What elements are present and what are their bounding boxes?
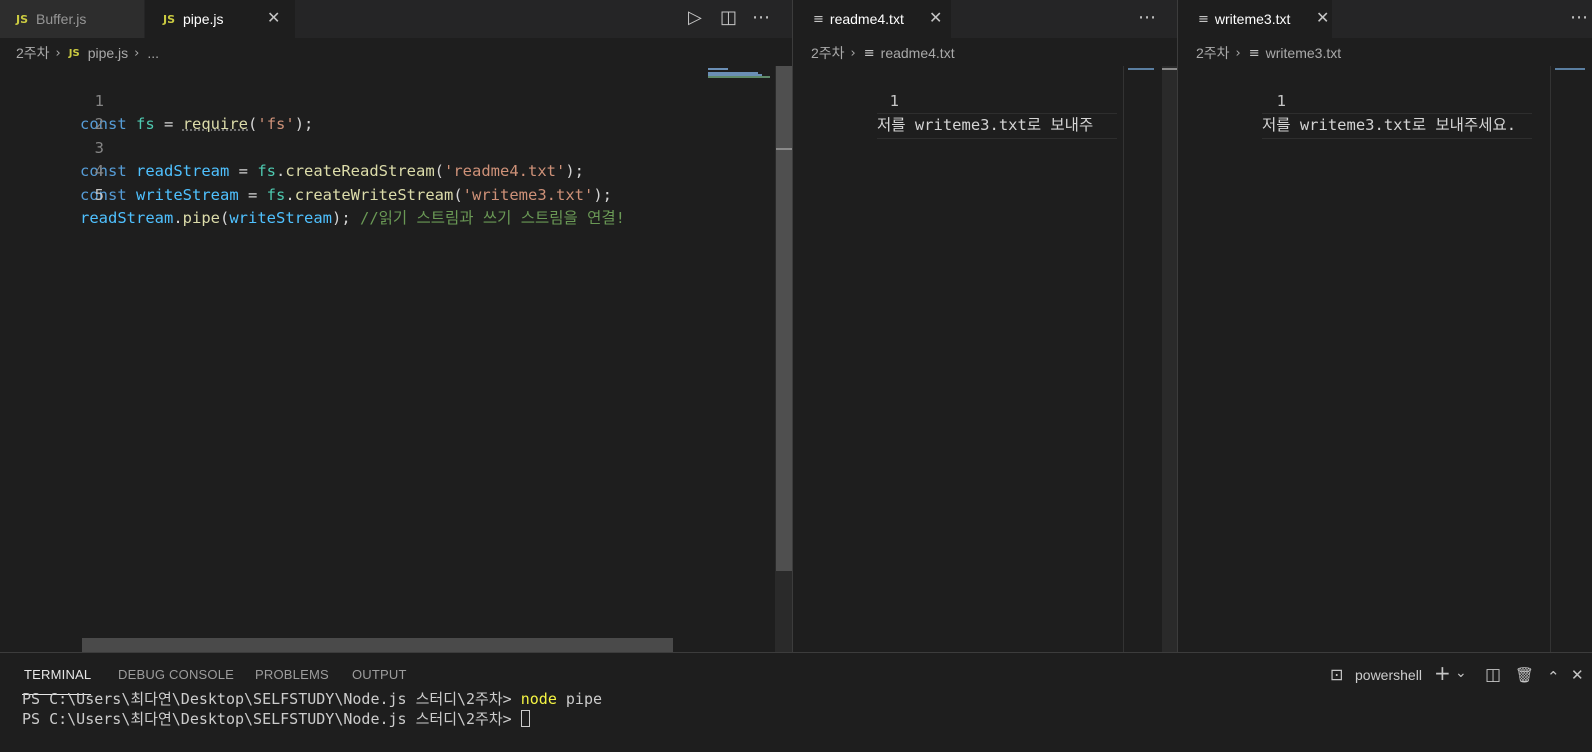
more-actions-icon[interactable]: ⋯ (1570, 8, 1588, 28)
breadcrumb-file[interactable]: readme4.txt (881, 45, 955, 61)
line-number: 1 (94, 91, 104, 110)
breadcrumb: 2주차 › JS pipe.js › ... (16, 42, 159, 64)
tab-bar: ≡ writeme3.txt ✕ ⋯ (1178, 0, 1592, 38)
chevron-up-icon[interactable]: ⌃ (1547, 667, 1560, 687)
tab-label: writeme3.txt (1214, 11, 1291, 27)
terminal-line[interactable]: PS C:\Users\최다연\Desktop\SELFSTUDY\Node.j… (22, 709, 530, 729)
chevron-right-icon: › (55, 45, 61, 61)
tab-label: Buffer.js (36, 11, 87, 27)
code-line-current: 1 저를 writeme3.txt로 보내주세요. (1178, 66, 1532, 139)
minimap[interactable] (1551, 66, 1592, 652)
code-line: 4 const writeStream = fs.createWriteStre… (0, 137, 612, 204)
code-line: 3 const readStream = fs.createReadStream… (0, 113, 584, 181)
minimap[interactable] (1124, 66, 1162, 652)
scrollbar-cursor-marker (1162, 68, 1177, 70)
plus-icon[interactable]: + (1434, 663, 1451, 683)
text-file-icon: ≡ (1248, 45, 1260, 61)
breadcrumb-folder[interactable]: 2주차 (1196, 43, 1230, 63)
chevron-right-icon: › (1235, 45, 1241, 61)
tab-pipe-js[interactable]: JS pipe.js ✕ (145, 0, 295, 38)
run-icon[interactable]: ▷ (688, 8, 702, 28)
line-number: 1 (889, 91, 899, 110)
close-icon[interactable]: ✕ (1316, 8, 1329, 27)
terminal-cursor (520, 710, 530, 727)
tab-readme4-txt[interactable]: ≡ readme4.txt ✕ (793, 0, 951, 38)
text-file-icon: ≡ (1198, 11, 1209, 27)
chevron-right-icon: › (850, 45, 856, 61)
more-actions-icon[interactable]: ⋯ (752, 8, 770, 28)
horizontal-scrollbar[interactable] (82, 638, 673, 652)
split-editor-icon[interactable]: ◫ (720, 8, 737, 28)
tab-bar: ≡ readme4.txt ✕ ⋯ (793, 0, 1177, 38)
js-file-icon: JS (163, 12, 176, 26)
text-file-icon: ≡ (863, 45, 875, 61)
line-text: 저를 writeme3.txt로 보내주 (877, 113, 1117, 139)
bottom-panel: TERMINAL DEBUG CONSOLE PROBLEMS OUTPUT ⊡… (0, 652, 1592, 752)
text-file-icon: ≡ (813, 11, 824, 27)
trash-icon[interactable]: 🗑 (1515, 665, 1534, 685)
breadcrumb-file[interactable]: pipe.js (88, 45, 128, 61)
scrollbar-cursor-marker (776, 148, 792, 150)
js-file-icon: JS (68, 47, 80, 59)
scrollbar-thumb[interactable] (776, 66, 792, 571)
tab-debug-console[interactable]: DEBUG CONSOLE (118, 667, 234, 682)
editor-group-writeme3: ≡ writeme3.txt ✕ ⋯ 2주차 › ≡ writeme3.txt … (1178, 0, 1592, 652)
tab-buffer-js[interactable]: JS Buffer.js (0, 0, 144, 38)
close-icon[interactable]: ✕ (267, 8, 280, 27)
line-text: 저를 writeme3.txt로 보내주세요. (1262, 113, 1532, 139)
minimap[interactable] (700, 66, 774, 652)
tab-label: readme4.txt (829, 11, 904, 27)
tab-terminal[interactable]: TERMINAL (24, 667, 91, 682)
tab-writeme3-txt[interactable]: ≡ writeme3.txt ✕ (1178, 0, 1332, 38)
line-number: 5 (94, 185, 104, 204)
split-terminal-icon[interactable]: ◫ (1485, 665, 1501, 685)
breadcrumb-folder[interactable]: 2주차 (811, 43, 845, 63)
line-number: 2 (94, 115, 104, 133)
line-text: const writeStream = fs.createWriteStream… (80, 185, 612, 204)
terminal-shell-selector[interactable]: powershell (1355, 667, 1422, 683)
breadcrumb-symbol[interactable]: ... (147, 45, 159, 61)
code-line-current: 5 readStream.pipe(writeStream); //읽기 스트림… (0, 160, 625, 228)
tab-label: pipe.js (183, 11, 224, 27)
terminal-line: PS C:\Users\최다연\Desktop\SELFSTUDY\Node.j… (22, 690, 603, 708)
close-icon[interactable]: ✕ (929, 8, 942, 27)
line-text: const readStream = fs.createReadStream('… (80, 162, 585, 180)
line-number: 1 (1276, 91, 1286, 110)
chevron-right-icon: › (134, 45, 140, 61)
tab-bar: JS Buffer.js JS pipe.js ✕ ▷ ◫ ⋯ (0, 0, 792, 38)
tab-output[interactable]: OUTPUT (352, 667, 407, 682)
breadcrumb-file[interactable]: writeme3.txt (1266, 45, 1341, 61)
more-actions-icon[interactable]: ⋯ (1138, 8, 1156, 28)
terminal-icon: ⊡ (1330, 665, 1344, 684)
js-file-icon: JS (16, 12, 29, 26)
breadcrumb: 2주차 › ≡ writeme3.txt (1196, 42, 1341, 64)
line-number: 3 (94, 138, 104, 157)
close-icon[interactable]: ✕ (1571, 665, 1584, 685)
code-line: 1 const fs = require('fs'); (0, 66, 313, 134)
breadcrumb: 2주차 › ≡ readme4.txt (811, 42, 955, 64)
line-number: 4 (94, 162, 104, 180)
line-text: readStream.pipe(writeStream); //읽기 스트림과 … (80, 209, 625, 227)
vertical-scrollbar[interactable] (1162, 66, 1177, 652)
tab-problems[interactable]: PROBLEMS (255, 667, 329, 682)
chevron-down-icon[interactable]: ⌄ (1455, 663, 1467, 683)
line-text: const fs = require('fs'); (80, 115, 314, 133)
editor-group-pipe: JS Buffer.js JS pipe.js ✕ ▷ ◫ ⋯ 2주차 › JS… (0, 0, 792, 652)
code-line: 2 (0, 90, 104, 133)
editor-group-readme4: ≡ readme4.txt ✕ ⋯ 2주차 › ≡ readme4.txt 1 … (793, 0, 1177, 652)
code-line-current: 1 저를 writeme3.txt로 보내주 (793, 66, 1117, 139)
breadcrumb-folder[interactable]: 2주차 (16, 43, 50, 63)
